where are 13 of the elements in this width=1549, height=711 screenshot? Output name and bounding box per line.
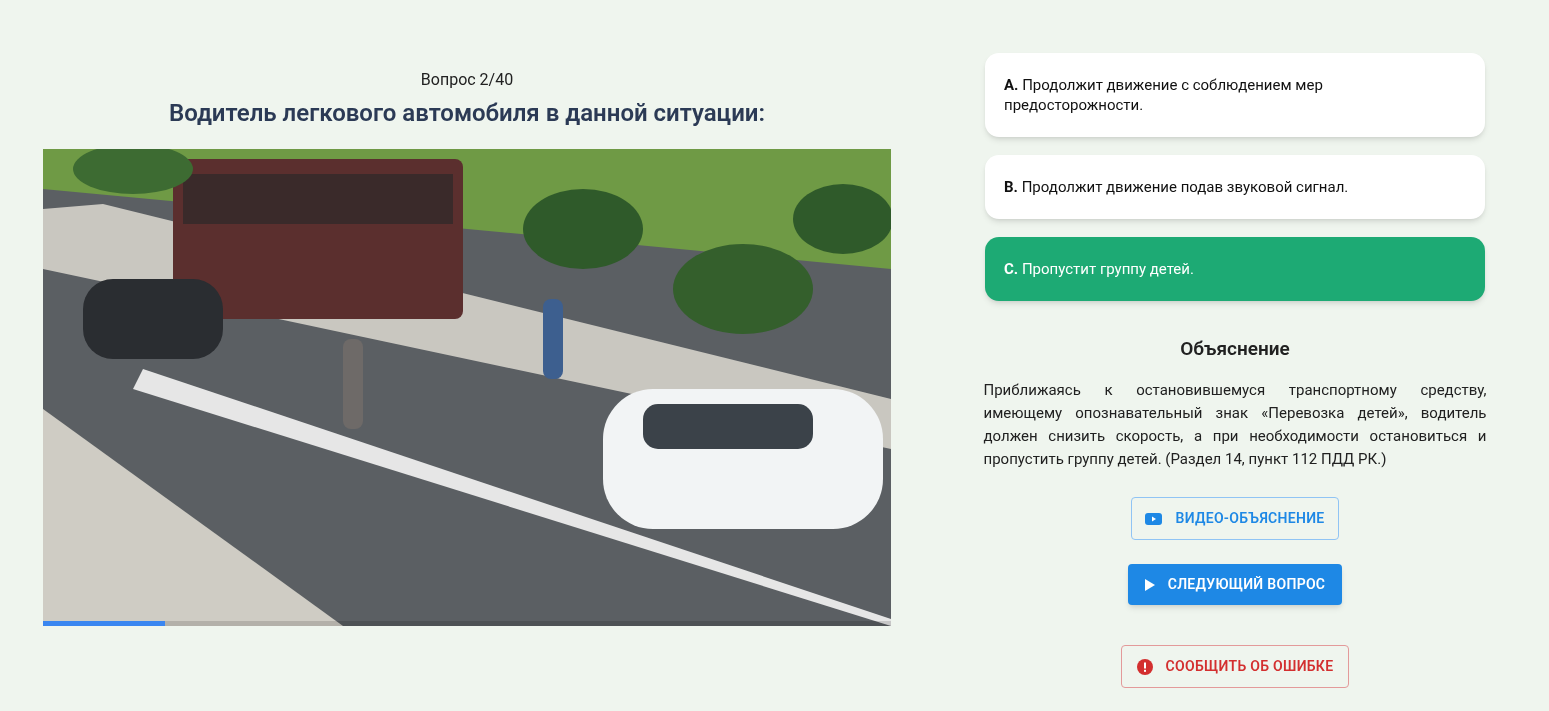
play-icon (1144, 578, 1155, 591)
answer-option[interactable]: A. Продолжит движение с соблюдением мер предосторожности. (985, 53, 1485, 137)
report-error-button[interactable]: СООБЩИТЬ ОБ ОШИБКЕ (1120, 645, 1350, 688)
video-explanation-button[interactable]: ВИДЕО-ОБЪЯСНЕНИЕ (1131, 497, 1339, 540)
answer-option[interactable]: B. Продолжит движение подав звуковой сигнал. (985, 155, 1485, 219)
explanation-heading: Объяснение (1180, 337, 1290, 361)
question-counter: Вопрос 2/40 (420, 69, 514, 91)
question-title: Водитель легкового автомобиля в данной ситуации: (169, 98, 765, 129)
answer-option[interactable]: C. Пропустит группу детей. (985, 237, 1485, 301)
next-question-button[interactable]: СЛЕДУЮЩИЙ ВОПРОС (1127, 564, 1343, 605)
video-play-icon (1145, 512, 1163, 525)
alert-icon (1136, 658, 1153, 675)
explanation-text: Приближаясь к остановившемуся транспортному средству, имеющему опознавательный знак «Перевозка детей», водитель должен снизить скорость, а при необходимости остановиться и пропустить группу детей. (Раздел 14, пункт 112 ПДД РК.) (983, 380, 1487, 470)
